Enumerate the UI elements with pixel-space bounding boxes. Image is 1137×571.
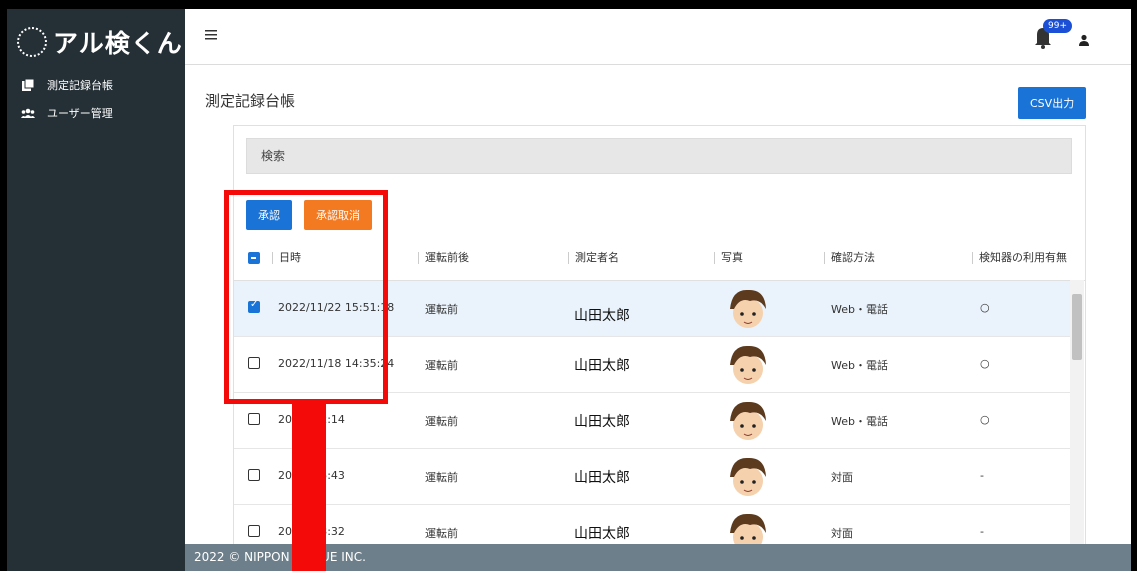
driver-photo[interactable] bbox=[720, 507, 776, 547]
top-bar: 99+ bbox=[185, 9, 1131, 65]
row-detector: - bbox=[980, 469, 984, 482]
row-name: 山田太郎 bbox=[574, 414, 630, 430]
row-method: Web・電話 bbox=[831, 303, 888, 316]
row-method: 対面 bbox=[831, 471, 853, 484]
sidebar-item-ledger[interactable]: 測定記録台帳 bbox=[21, 77, 113, 93]
user-icon[interactable] bbox=[1078, 31, 1090, 50]
app-logo[interactable]: アル検くん bbox=[17, 19, 183, 65]
row-name: 山田太郎 bbox=[574, 308, 630, 324]
column-header-name[interactable]: 測定者名 bbox=[568, 252, 619, 264]
row-checkbox[interactable] bbox=[248, 525, 260, 537]
notification-badge: 99+ bbox=[1043, 19, 1072, 33]
driver-photo[interactable] bbox=[720, 339, 776, 391]
sidebar-item-label: ユーザー管理 bbox=[47, 107, 113, 120]
table-scroll-thumb[interactable] bbox=[1072, 294, 1082, 360]
table-row[interactable]: 2022 :45:43 運転前 山田太郎 対面 - bbox=[234, 449, 1070, 505]
footer: 2022 © NIPPON TI IQUE INC. bbox=[185, 544, 1131, 571]
row-timing: 運転前 bbox=[425, 303, 458, 316]
row-name: 山田太郎 bbox=[574, 526, 630, 542]
sidebar-item-label: 測定記録台帳 bbox=[47, 79, 113, 92]
annotation-highlight-box bbox=[224, 190, 388, 404]
row-timing: 運転前 bbox=[425, 415, 458, 428]
column-header-method[interactable]: 確認方法 bbox=[824, 252, 875, 264]
row-detector: - bbox=[980, 525, 984, 538]
logo-text: アル検くん bbox=[53, 29, 183, 58]
row-name: 山田太郎 bbox=[574, 358, 630, 374]
row-detector: ○ bbox=[980, 301, 990, 314]
column-header-detector[interactable]: 検知器の利用有無 bbox=[972, 252, 1067, 264]
row-method: 対面 bbox=[831, 527, 853, 540]
search-label: 検索 bbox=[261, 149, 286, 163]
driver-photo[interactable] bbox=[720, 283, 776, 335]
sidebar-item-users[interactable]: ユーザー管理 bbox=[21, 105, 113, 121]
row-checkbox[interactable] bbox=[248, 413, 260, 425]
driver-photo[interactable] bbox=[720, 451, 776, 503]
row-method: Web・電話 bbox=[831, 359, 888, 372]
row-checkbox[interactable] bbox=[248, 469, 260, 481]
row-timing: 運転前 bbox=[425, 471, 458, 484]
page-title: 測定記録台帳 bbox=[205, 92, 296, 110]
row-name: 山田太郎 bbox=[574, 470, 630, 486]
menu-icon[interactable] bbox=[205, 29, 219, 41]
row-detector: ○ bbox=[980, 357, 990, 370]
row-detector: ○ bbox=[980, 413, 990, 426]
annotation-red-bar bbox=[292, 404, 326, 571]
row-timing: 運転前 bbox=[425, 359, 458, 372]
csv-export-button[interactable]: CSV出力 bbox=[1018, 87, 1087, 119]
driver-photo[interactable] bbox=[720, 395, 776, 447]
search-panel-toggle[interactable]: 検索 bbox=[246, 138, 1072, 174]
row-method: Web・電話 bbox=[831, 415, 888, 428]
sidebar: アル検くん 測定記録台帳 ユーザー管理 bbox=[7, 9, 185, 571]
users-icon bbox=[21, 107, 35, 119]
ledger-icon bbox=[21, 79, 35, 91]
column-header-timing[interactable]: 運転前後 bbox=[418, 252, 469, 264]
row-timing: 運転前 bbox=[425, 527, 458, 540]
table-row[interactable]: 2022 :13:32 運転前 山田太郎 対面 - bbox=[234, 505, 1070, 547]
logo-sparkle-icon bbox=[17, 27, 47, 57]
column-header-photo[interactable]: 写真 bbox=[714, 252, 743, 264]
